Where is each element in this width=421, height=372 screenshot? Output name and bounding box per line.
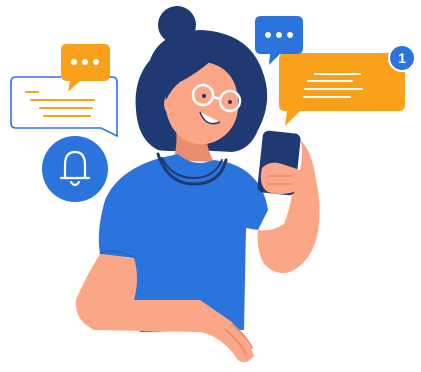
- right-chat-group: 1: [255, 16, 416, 126]
- ellipsis-icon: [71, 59, 99, 65]
- bell-notification-circle: [42, 136, 108, 202]
- notification-badge-count: 1: [398, 50, 406, 66]
- illustration: 1: [10, 6, 416, 363]
- right-message-card: [279, 53, 405, 126]
- left-message-card: [10, 76, 118, 138]
- notification-badge: 1: [388, 44, 416, 72]
- left-chat-group: [10, 44, 118, 202]
- ellipsis-icon: [265, 32, 293, 38]
